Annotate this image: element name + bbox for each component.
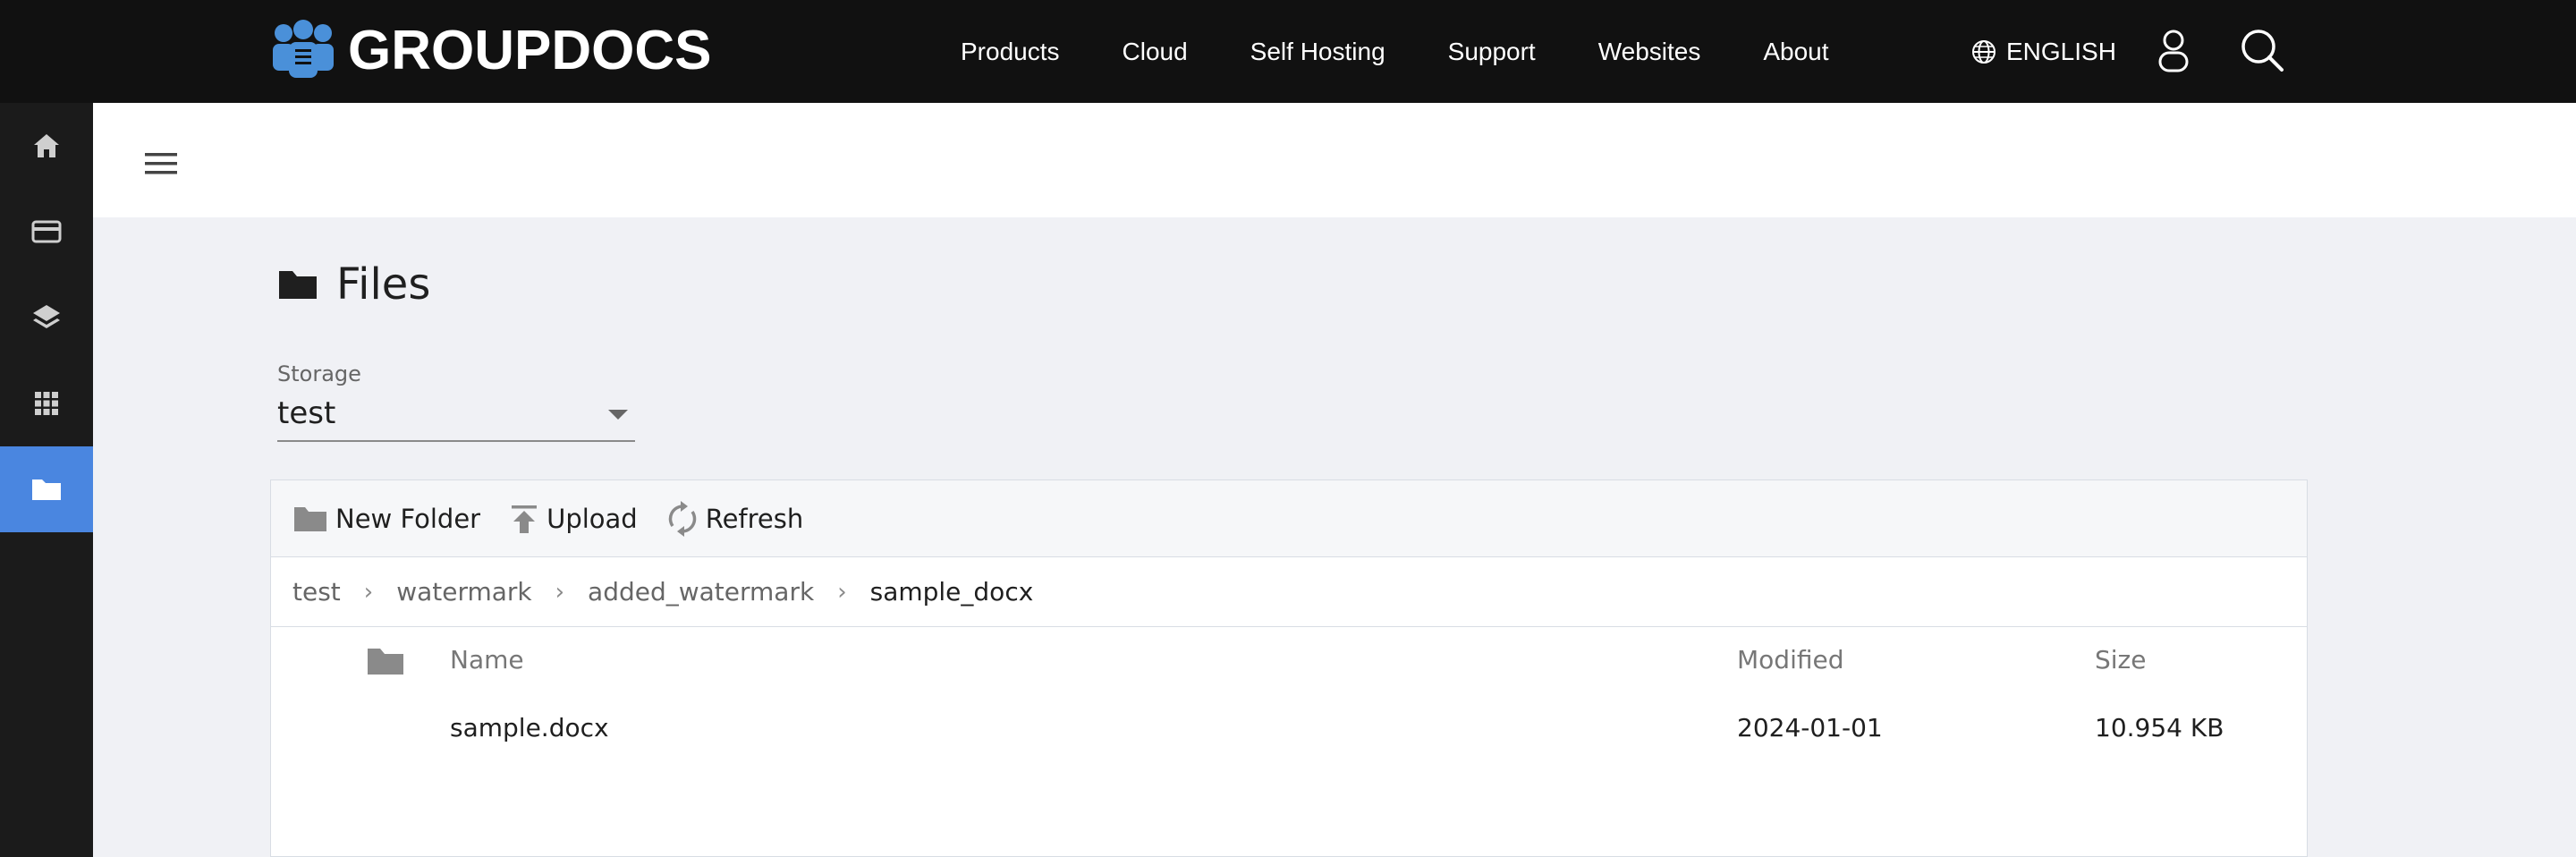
- file-modified: 2024-01-01: [1737, 713, 1883, 742]
- refresh-button[interactable]: Refresh: [666, 500, 804, 537]
- upload-label: Upload: [547, 503, 638, 534]
- sidebar-item-products[interactable]: [0, 275, 93, 361]
- storage-value: test: [277, 395, 336, 431]
- search-icon[interactable]: [2239, 27, 2285, 73]
- nav-products[interactable]: Products: [961, 38, 1060, 66]
- new-folder-label: New Folder: [335, 503, 481, 534]
- brand-name: GROUPDOCS: [348, 19, 712, 81]
- file-name[interactable]: sample.docx: [450, 713, 609, 742]
- refresh-icon: [668, 500, 696, 537]
- top-navigation: GROUPDOCS Products Cloud Self Hosting Su…: [0, 0, 2576, 103]
- layers-icon: [33, 305, 60, 328]
- chevron-right-icon: ›: [363, 578, 374, 606]
- left-sidebar: [0, 103, 93, 857]
- folder-icon: [32, 479, 61, 500]
- column-header-modified[interactable]: Modified: [1737, 645, 1843, 675]
- sidebar-item-home[interactable]: [0, 103, 93, 189]
- nav-cloud[interactable]: Cloud: [1123, 38, 1188, 66]
- breadcrumb-item[interactable]: test: [292, 577, 341, 607]
- breadcrumb-item[interactable]: added_watermark: [588, 577, 814, 607]
- nav-websites[interactable]: Websites: [1598, 38, 1701, 66]
- language-selector[interactable]: ENGLISH: [1970, 0, 2116, 103]
- card-icon: [31, 220, 62, 243]
- sidebar-item-files[interactable]: [0, 446, 93, 532]
- breadcrumb-item[interactable]: watermark: [396, 577, 531, 607]
- file-size: 10.954 KB: [2095, 713, 2224, 742]
- refresh-label: Refresh: [705, 503, 804, 534]
- page-title-text: Files: [336, 259, 431, 310]
- new-folder-button[interactable]: New Folder: [292, 504, 480, 534]
- content-header: [93, 103, 2576, 217]
- sidebar-item-billing[interactable]: [0, 189, 93, 275]
- folder-up-icon[interactable]: [366, 645, 405, 677]
- globe-icon: [1972, 39, 1996, 64]
- storage-select[interactable]: test: [277, 392, 635, 442]
- nav-about[interactable]: About: [1763, 38, 1828, 66]
- file-toolbar: New Folder Upload Refresh: [271, 480, 2307, 557]
- main-menu: Products Cloud Self Hosting Support Webs…: [961, 0, 1829, 103]
- user-icon[interactable]: [2156, 29, 2191, 73]
- nav-self-hosting[interactable]: Self Hosting: [1250, 38, 1385, 66]
- sidebar-item-apps[interactable]: [0, 361, 93, 446]
- hamburger-menu-icon[interactable]: [141, 149, 181, 178]
- column-header-size[interactable]: Size: [2095, 645, 2146, 675]
- language-label: ENGLISH: [2006, 37, 2116, 65]
- chevron-down-icon: [608, 410, 628, 420]
- breadcrumb: test › watermark › added_watermark › sam…: [271, 557, 2307, 627]
- groupdocs-logo-icon: [273, 20, 334, 78]
- nav-support[interactable]: Support: [1448, 38, 1536, 66]
- breadcrumb-current: sample_docx: [869, 577, 1034, 607]
- page-title: Files: [277, 259, 430, 310]
- column-header-name[interactable]: Name: [450, 645, 524, 675]
- storage-label: Storage: [277, 361, 361, 386]
- file-browser: New Folder Upload Refresh test › waterma…: [270, 479, 2308, 857]
- groupdocs-logo[interactable]: GROUPDOCS: [271, 18, 711, 82]
- chevron-right-icon: ›: [555, 578, 565, 606]
- apps-grid-icon: [35, 392, 58, 415]
- folder-icon: [279, 271, 317, 299]
- chevron-right-icon: ›: [837, 578, 847, 606]
- upload-icon: [512, 505, 538, 533]
- home-icon: [34, 134, 59, 157]
- upload-button[interactable]: Upload: [509, 503, 638, 535]
- folder-add-icon: [294, 506, 326, 531]
